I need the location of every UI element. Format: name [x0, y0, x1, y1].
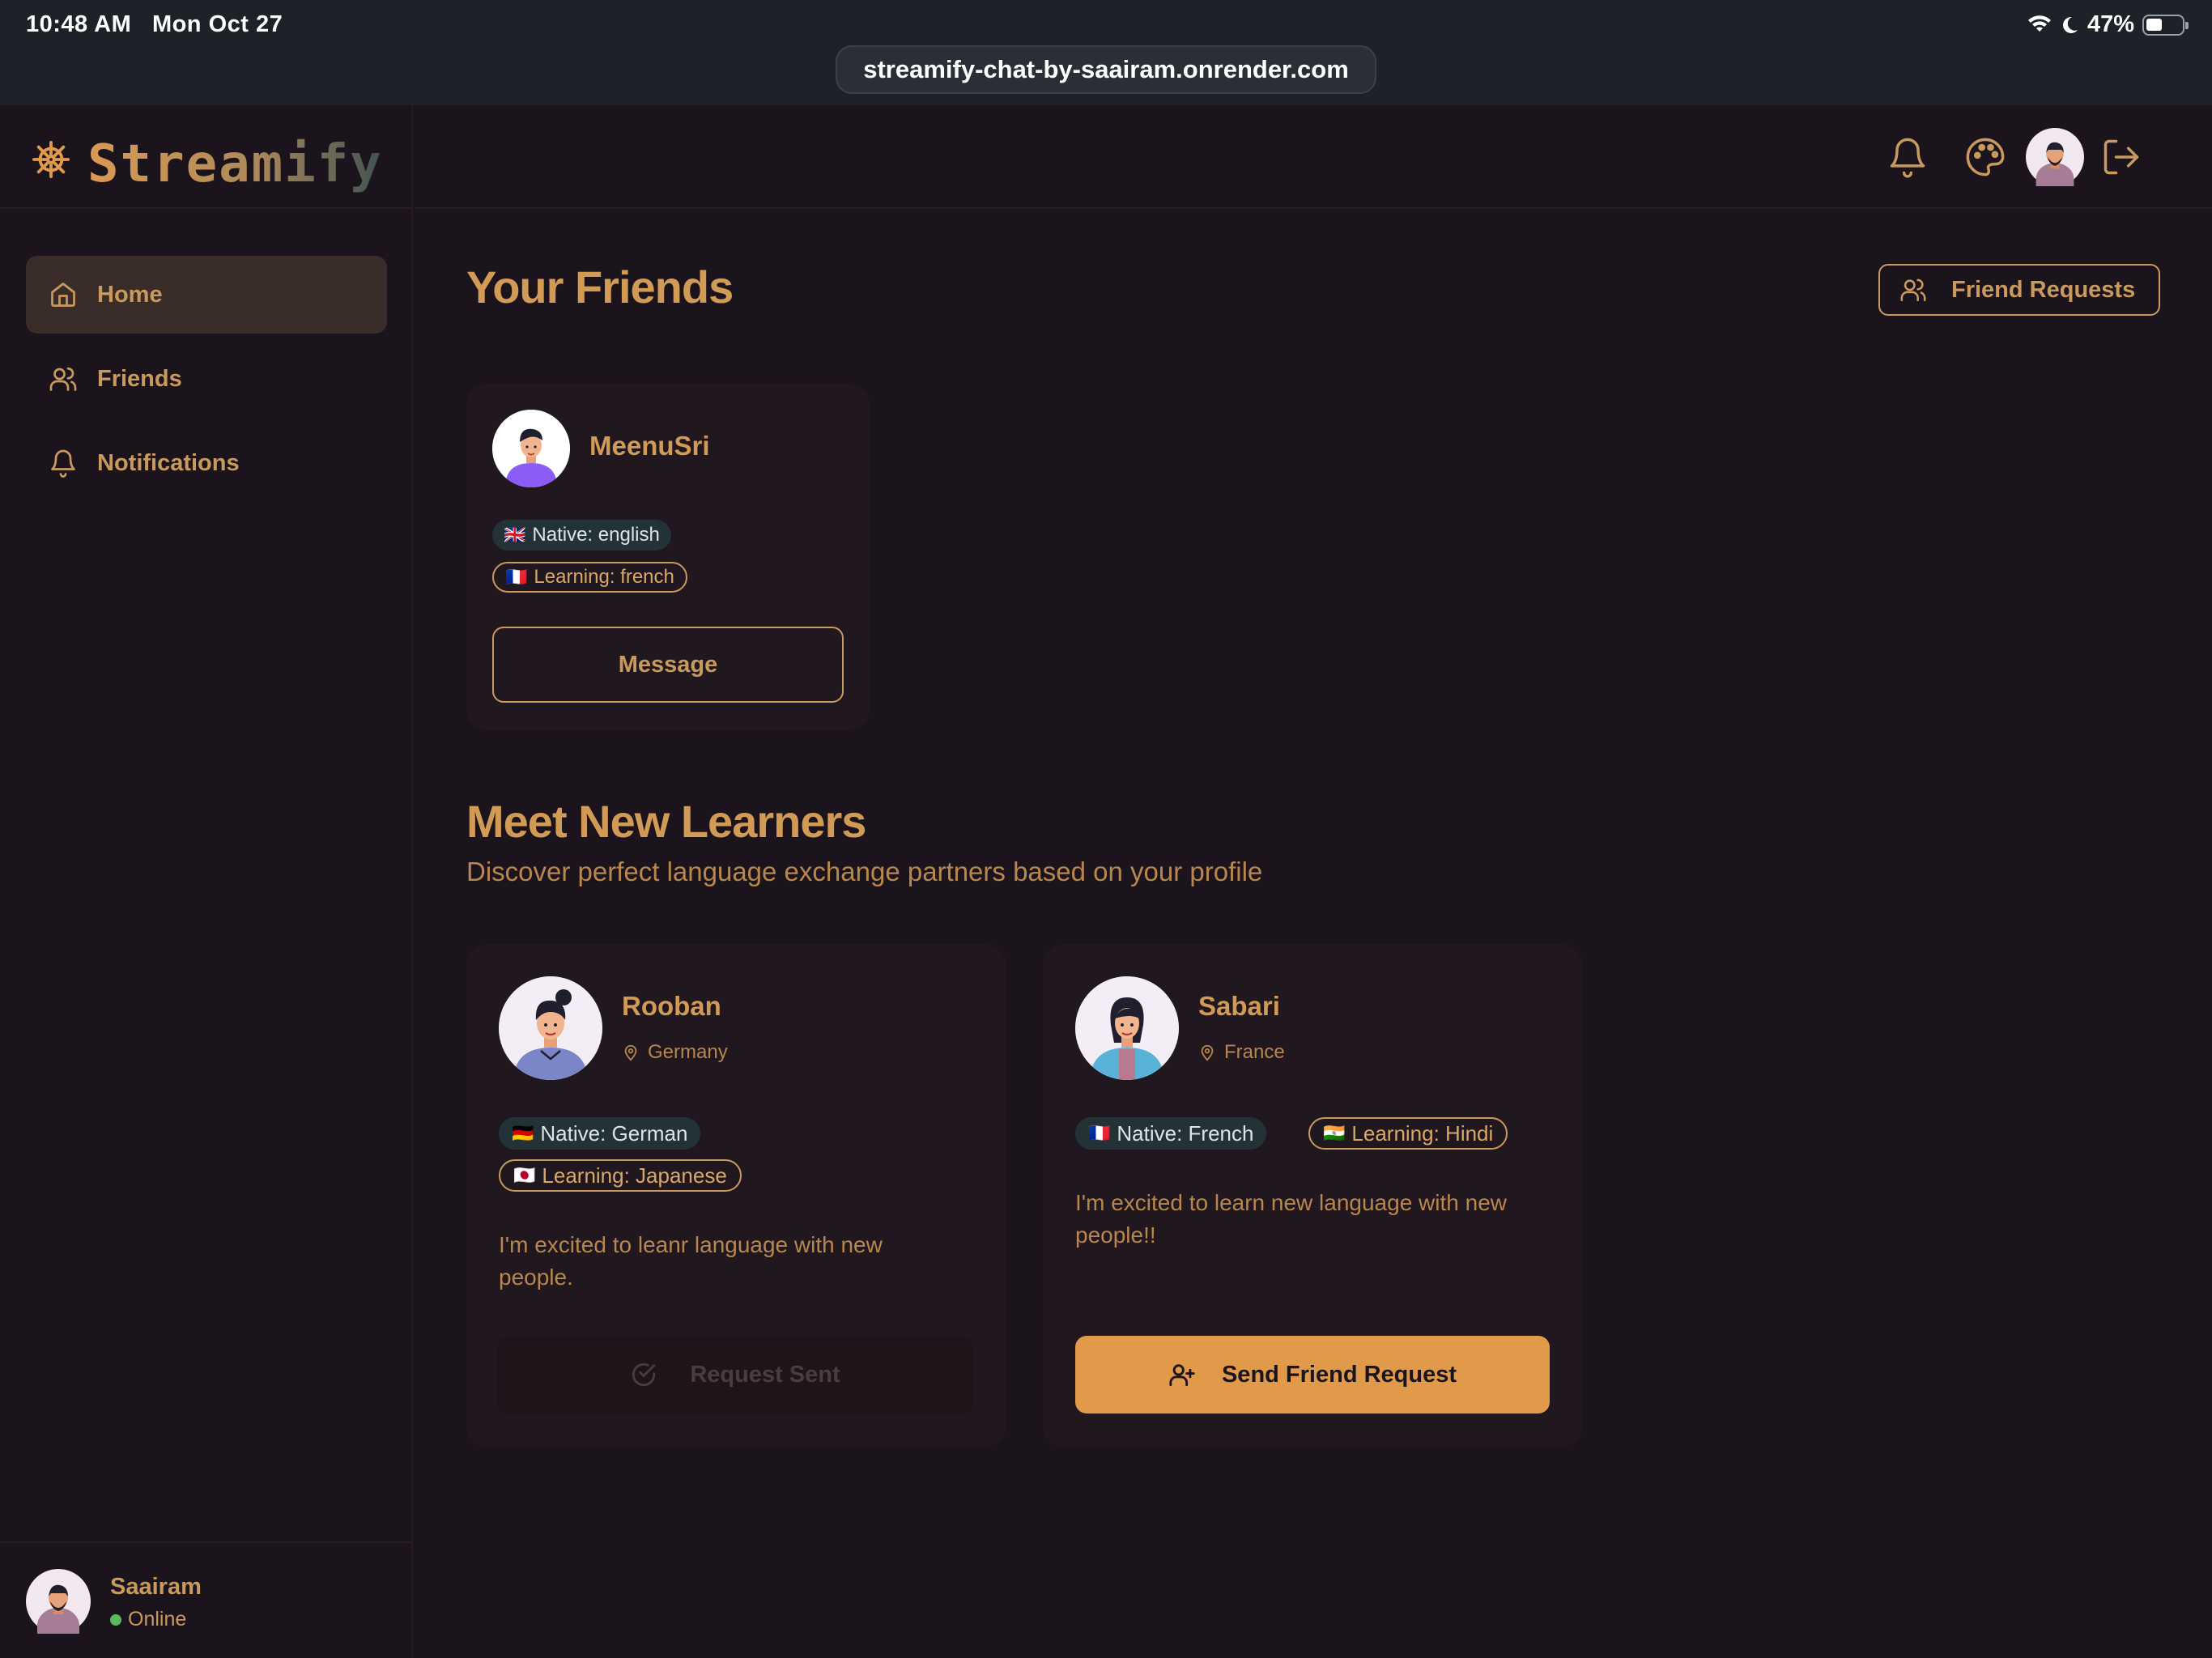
request-sent-button: Request Sent	[497, 1336, 973, 1414]
badge-label: Native: German	[540, 1120, 688, 1146]
location-text: Germany	[648, 1041, 728, 1063]
learner-location: Germany	[622, 1041, 728, 1064]
badge-label: Learning: Japanese	[542, 1163, 727, 1188]
users-icon	[1900, 278, 1926, 302]
badge-label: Learning: Hindi	[1351, 1120, 1494, 1146]
avatar	[26, 1569, 91, 1634]
flag-icon: 🇬🇧	[504, 525, 526, 545]
flag-icon: 🇮🇳	[1323, 1123, 1346, 1143]
learner-bio: I'm excited to leanr language with new p…	[499, 1232, 883, 1290]
badge-label: Native: english	[532, 524, 660, 546]
status-indicators: 47%	[2027, 11, 2189, 38]
friend-name: MeenuSri	[589, 431, 710, 461]
palette-icon[interactable]	[1964, 136, 2006, 178]
battery-icon	[2142, 14, 2189, 36]
flag-icon: 🇫🇷	[1088, 1123, 1111, 1143]
location-text: France	[1224, 1041, 1285, 1063]
status-clock: 10:48 AM	[26, 11, 132, 37]
avatar	[1075, 976, 1179, 1080]
send-friend-request-button[interactable]: Send Friend Request	[1075, 1336, 1550, 1414]
sidebar-item-label: Friends	[97, 365, 182, 392]
section-title: Meet New Learners	[466, 796, 866, 847]
native-language-badge: 🇩🇪 Native: German	[499, 1117, 701, 1150]
bell-icon[interactable]	[1887, 136, 1929, 178]
status-time: 10:48 AM Mon Oct 27	[26, 11, 283, 38]
status-date: Mon Oct 27	[151, 11, 283, 37]
avatar	[499, 976, 602, 1080]
learner-location: France	[1198, 1041, 1285, 1064]
page-title: Your Friends	[466, 261, 734, 312]
button-label: Send Friend Request	[1221, 1361, 1457, 1388]
wifi-icon	[2027, 15, 2051, 32]
badge-label: Native: French	[1117, 1120, 1254, 1146]
map-pin-icon	[1201, 1044, 1214, 1061]
badge-label: Learning: french	[534, 566, 674, 588]
learner-name: Rooban	[622, 991, 721, 1021]
friend-requests-button[interactable]: Friend Requests	[1878, 264, 2160, 316]
sidebar: Streamify Home Friends Notifications Saa…	[0, 105, 413, 1658]
native-language-badge: 🇫🇷 Native: French	[1075, 1117, 1267, 1150]
moon-icon	[2062, 16, 2078, 33]
learner-bio: I'm excited to learn new language with n…	[1075, 1190, 1507, 1248]
learning-language-badge: 🇯🇵 Learning: Japanese	[499, 1159, 742, 1192]
bell-icon	[51, 449, 75, 478]
logout-icon[interactable]	[2100, 136, 2142, 178]
sidebar-item-home[interactable]: Home	[26, 256, 387, 334]
current-user[interactable]: Saairam Online	[0, 1541, 413, 1658]
ship-wheel-icon	[32, 141, 70, 178]
button-label: Request Sent	[690, 1361, 840, 1388]
native-language-badge: 🇬🇧 Native: english	[492, 520, 671, 551]
message-button[interactable]: Message	[492, 627, 844, 703]
avatar	[492, 410, 570, 487]
learning-language-badge: 🇫🇷 Learning: french	[492, 562, 687, 593]
flag-icon: 🇩🇪	[512, 1123, 534, 1143]
sidebar-item-label: Home	[97, 281, 163, 308]
status-text: Online	[128, 1608, 187, 1630]
online-indicator	[110, 1613, 121, 1626]
learner-name: Sabari	[1198, 991, 1280, 1021]
flag-icon: 🇫🇷	[505, 567, 528, 587]
browser-chrome: 10:48 AM Mon Oct 27 47% streamify-chat-b…	[0, 0, 2212, 105]
users-icon	[49, 367, 77, 391]
avatar[interactable]	[2026, 128, 2084, 186]
user-plus-icon	[1169, 1364, 1195, 1387]
flag-icon: 🇯🇵	[513, 1165, 536, 1185]
sidebar-item-notifications[interactable]: Notifications	[26, 424, 387, 502]
brand-name: Streamify	[87, 134, 383, 194]
section-subtitle: Discover perfect language exchange partn…	[466, 857, 1263, 886]
map-pin-icon	[624, 1044, 637, 1061]
sidebar-item-label: Notifications	[97, 449, 240, 476]
top-header	[415, 105, 2212, 209]
learning-language-badge: 🇮🇳 Learning: Hindi	[1308, 1117, 1508, 1150]
address-bar[interactable]: streamify-chat-by-saairam.onrender.com	[836, 45, 1376, 94]
user-name: Saairam	[110, 1574, 202, 1600]
home-icon	[51, 283, 75, 307]
check-circle-icon	[632, 1363, 656, 1387]
sidebar-item-friends[interactable]: Friends	[26, 340, 387, 418]
user-status: Online	[110, 1608, 186, 1631]
button-label: Friend Requests	[1951, 276, 2136, 303]
battery-percent: 47%	[2087, 11, 2134, 37]
brand[interactable]: Streamify	[0, 105, 413, 209]
